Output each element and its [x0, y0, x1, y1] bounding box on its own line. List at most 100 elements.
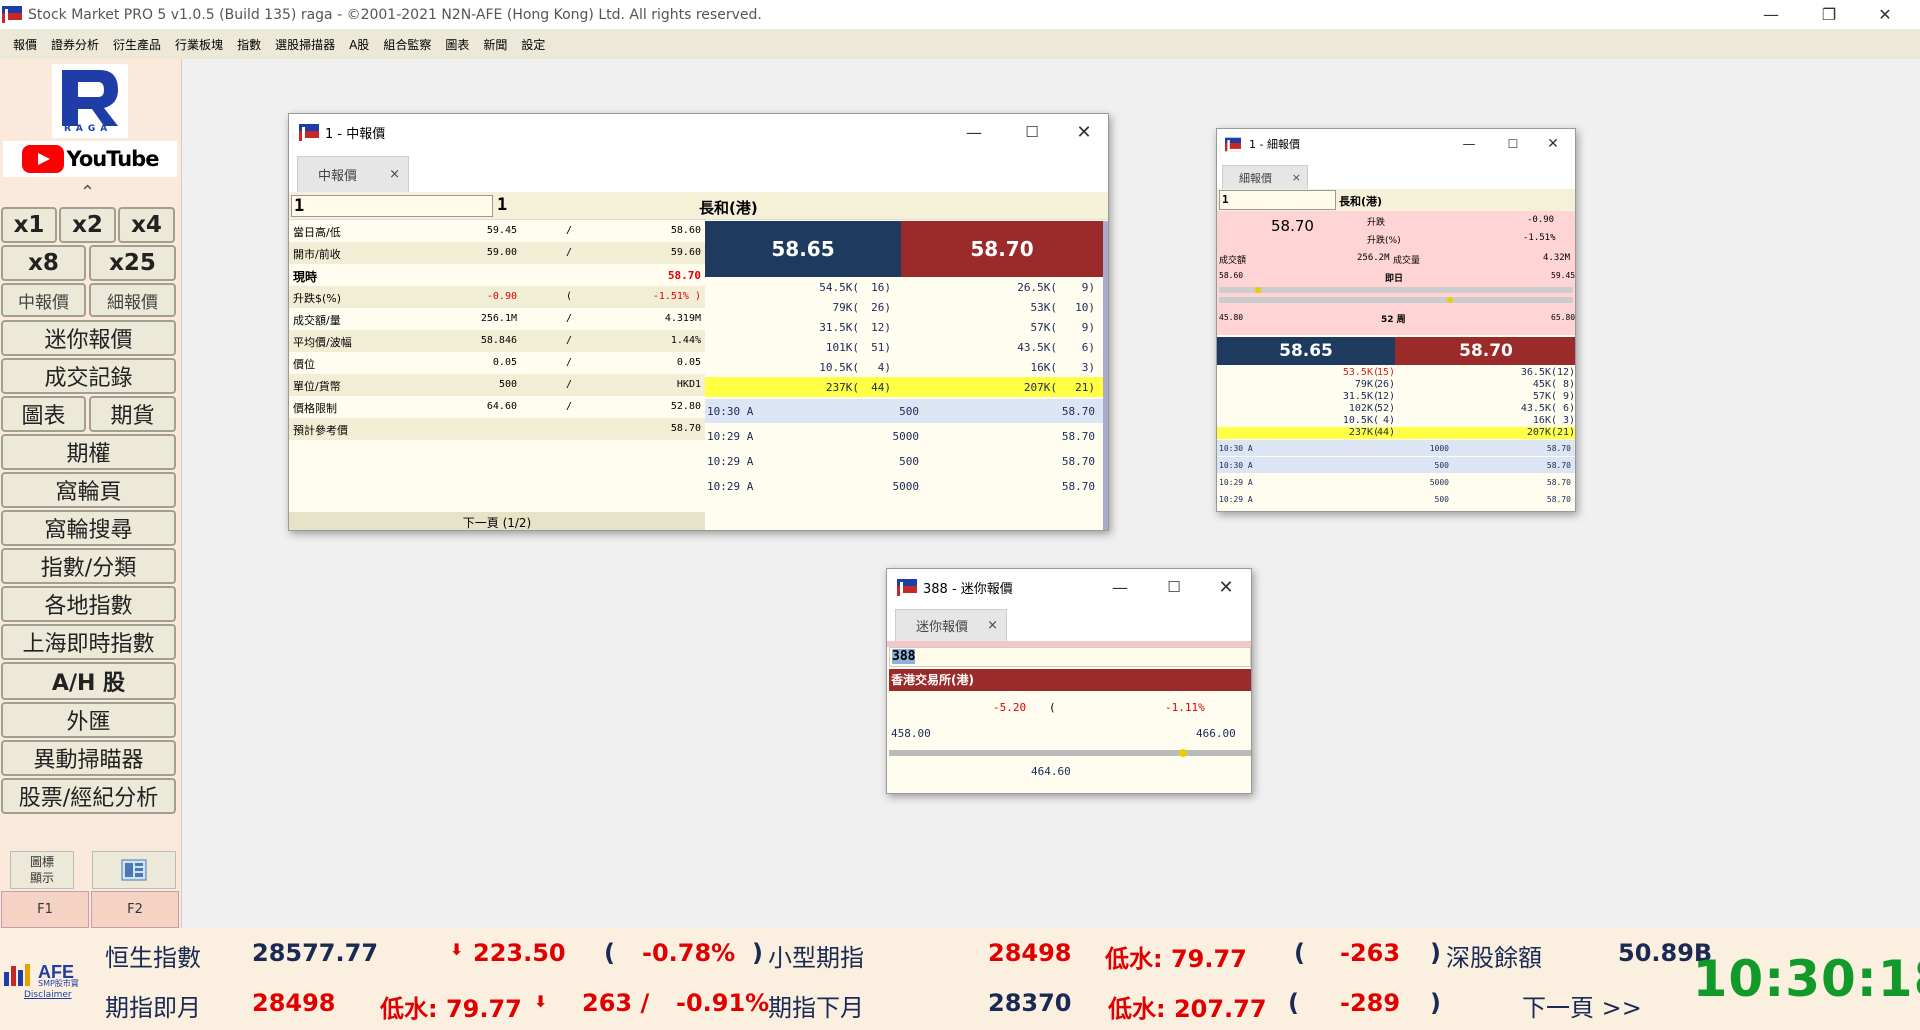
detail-quote-tab[interactable]: 細報價 × — [1222, 165, 1308, 189]
quote-field-label: 價格限制 — [293, 402, 337, 415]
ask-size: 43.5K( — [1017, 341, 1057, 354]
bid-size: 102K( — [1348, 403, 1379, 414]
raga-logo[interactable]: RAGA — [52, 64, 128, 138]
ah-shares-button[interactable]: A/H 股 — [1, 662, 176, 700]
chart-button[interactable]: 圖表 — [1, 396, 86, 432]
close-button[interactable]: ✕ — [1862, 0, 1908, 29]
ask-count: 3) — [1562, 415, 1575, 426]
menu-scanner[interactable]: 選股掃描器 — [268, 36, 342, 53]
raga-logo-text: RAGA — [64, 124, 113, 134]
scrollbar[interactable] — [1103, 221, 1108, 530]
mini-quote-close-button[interactable]: ✕ — [1201, 569, 1251, 605]
day-range-marker — [1255, 287, 1261, 293]
mid-quote-title: 1 - 中報價 — [325, 126, 386, 142]
warrant-search-button[interactable]: 窩輪搜尋 — [1, 510, 176, 546]
queue-row: 237K(44) 207K(21) — [1217, 427, 1575, 439]
bid-size: 101K( — [825, 341, 859, 354]
trade-log-button[interactable]: 成交記錄 — [1, 358, 176, 394]
options-button[interactable]: 期權 — [1, 434, 176, 470]
bid-size: 31.5K( — [819, 321, 859, 334]
world-index-button[interactable]: 各地指數 — [1, 586, 176, 622]
menu-a-shares[interactable]: A股 — [342, 36, 376, 53]
quote-field-label: 現時 — [293, 270, 318, 284]
menu-analysis[interactable]: 證券分析 — [44, 36, 106, 53]
zoom-x25-button[interactable]: x25 — [89, 245, 176, 281]
detail-vol-label: 成交量 — [1393, 256, 1421, 266]
menu-sectors[interactable]: 行業板塊 — [168, 36, 230, 53]
anomaly-scanner-button[interactable]: 異動掃瞄器 — [1, 740, 176, 776]
trade-time: 10:29 A — [707, 430, 754, 443]
bid-count: 12) — [871, 321, 891, 334]
trade-row: 10:29 A 5000 58.70 — [1217, 474, 1575, 490]
menu-charts[interactable]: 圖表 — [438, 36, 476, 53]
panel-layout-icon[interactable] — [92, 851, 176, 889]
mid-quote-button[interactable]: 中報價 — [1, 283, 86, 317]
ask-size: 57K( — [1532, 391, 1557, 402]
quote-field-row: 預計參考價 58.70 — [289, 418, 705, 440]
next-page-button[interactable]: 下一頁 (1/2) — [289, 512, 705, 530]
menu-index[interactable]: 指數 — [230, 36, 268, 53]
mid-quote-minimize-button[interactable]: — — [949, 114, 999, 150]
mini-code-input[interactable]: 388 — [889, 647, 1251, 667]
mid-quote-close-button[interactable]: ✕ — [1059, 114, 1108, 150]
warrant-page-button[interactable]: 窩輪頁 — [1, 472, 176, 508]
mid-quote-maximize-button[interactable]: ☐ — [1007, 114, 1057, 150]
zoom-x4-button[interactable]: x4 — [118, 207, 175, 243]
collapse-icon[interactable]: ⌃ — [80, 182, 95, 203]
zoom-x1-button[interactable]: x1 — [1, 207, 57, 243]
zoom-x8-button[interactable]: x8 — [1, 245, 86, 281]
quote-field-row: 升跌$(%) -0.90 (-1.51% ) — [289, 286, 705, 308]
mini-quote-maximize-button[interactable]: ☐ — [1149, 569, 1199, 605]
trade-time: 10:29 A — [707, 455, 754, 468]
detail-summary: 58.70 升跌 -0.90 升跌(%) -1.51% 成交額 256.2M 成… — [1217, 211, 1575, 335]
trade-row: 10:29 A 5000 58.70 — [705, 474, 1103, 498]
ask-size: 43.5K( — [1520, 403, 1557, 414]
quote-field-sep: / — [566, 357, 573, 368]
mini-quote-tab-label: 迷你報價 — [916, 620, 969, 635]
menu-settings[interactable]: 設定 — [514, 36, 552, 53]
mini-range-marker — [1179, 749, 1187, 757]
detail-quote-button[interactable]: 細報價 — [89, 283, 176, 317]
icon-display-toggle[interactable]: 圖標 顯示 — [10, 851, 74, 889]
tab-close-icon[interactable]: × — [389, 167, 400, 182]
bid-count: 4) — [877, 361, 891, 374]
zoom-x2-button[interactable]: x2 — [59, 207, 116, 243]
youtube-button[interactable]: YouTube — [3, 141, 177, 177]
restore-button[interactable]: ❐ — [1806, 0, 1852, 29]
quote-field-value-a: 0.05 — [492, 357, 517, 368]
forex-button[interactable]: 外匯 — [1, 702, 176, 738]
ask-size: 45K( — [1532, 379, 1557, 390]
f2-tab[interactable]: F2 — [91, 891, 179, 928]
shanghai-index-button[interactable]: 上海即時指數 — [1, 624, 176, 660]
tab-close-icon[interactable]: × — [987, 618, 998, 633]
ask-size: 207K( — [1023, 381, 1057, 394]
trade-volume: 500 — [1434, 495, 1449, 504]
mini-quote-button[interactable]: 迷你報價 — [1, 320, 176, 356]
menu-portfolio[interactable]: 組合監察 — [376, 36, 438, 53]
tab-close-icon[interactable]: × — [1292, 171, 1301, 184]
mid-quote-tab[interactable]: 中報價 × — [297, 156, 409, 192]
stock-broker-analysis-button[interactable]: 股票/經紀分析 — [1, 778, 176, 814]
fut-cur-pct: -0.91% — [676, 989, 770, 1017]
menu-news[interactable]: 新聞 — [476, 36, 514, 53]
stock-code-input[interactable]: 1 — [291, 195, 493, 217]
ask-size: 36.5K( — [1520, 367, 1557, 378]
mini-quote-tab[interactable]: 迷你報價 × — [895, 609, 1007, 641]
index-category-button[interactable]: 指數/分類 — [1, 548, 176, 584]
detail-quote-minimize-button[interactable]: — — [1449, 129, 1489, 159]
disclaimer-link[interactable]: Disclaimer — [24, 990, 72, 1000]
ticker-next-page-button[interactable]: 下一頁 >> — [1522, 988, 1642, 1023]
futures-button[interactable]: 期貨 — [89, 396, 176, 432]
f1-tab[interactable]: F1 — [1, 891, 89, 928]
quote-field-value-b: -1.51% ) — [652, 291, 701, 302]
afe-logo[interactable]: AFE SMP股市寶 Disclaimer — [0, 958, 100, 1002]
minimize-button[interactable]: — — [1748, 0, 1794, 29]
detail-code-input[interactable]: 1 — [1219, 190, 1336, 210]
detail-quote-tabstrip: 細報價 × — [1217, 159, 1575, 189]
detail-quote-close-button[interactable]: ✕ — [1533, 129, 1573, 159]
mini-quote-minimize-button[interactable]: — — [1095, 569, 1145, 605]
mini-open-paren: ( — [1049, 701, 1056, 714]
detail-quote-maximize-button[interactable]: ☐ — [1493, 129, 1533, 159]
menu-derivatives[interactable]: 衍生產品 — [106, 36, 168, 53]
menu-quote[interactable]: 報價 — [6, 36, 44, 53]
